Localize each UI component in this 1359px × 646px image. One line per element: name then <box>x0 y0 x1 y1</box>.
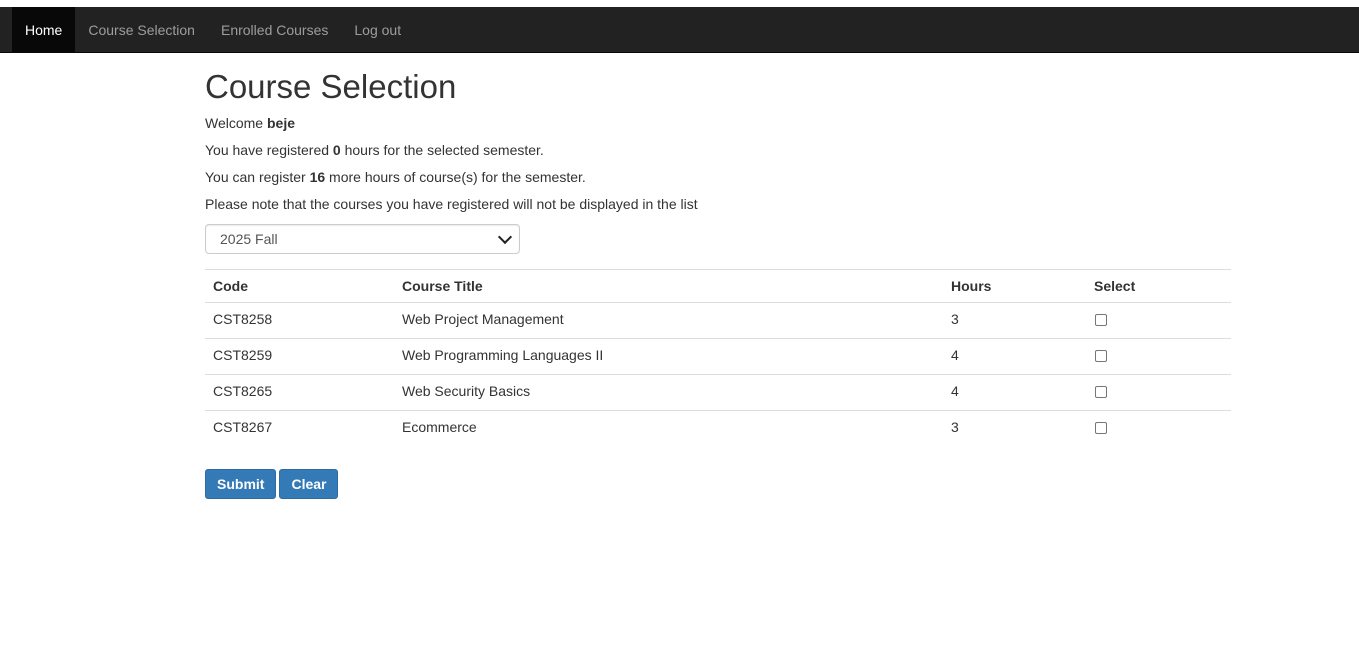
course-title: Ecommerce <box>394 410 943 447</box>
table-row: CST8265 Web Security Basics 4 <box>205 374 1231 411</box>
semester-select[interactable]: 2025 Fall <box>205 224 520 254</box>
header-select: Select <box>1086 269 1231 303</box>
header-hours: Hours <box>943 269 1086 303</box>
remaining-prefix: You can register <box>205 169 310 185</box>
remaining-hours-value: 16 <box>309 169 326 185</box>
select-cell <box>1086 302 1231 339</box>
semester-selected-value: 2025 Fall <box>220 231 278 247</box>
course-hours: 3 <box>943 410 1086 447</box>
course-hours: 3 <box>943 302 1086 339</box>
clear-button[interactable]: Clear <box>279 468 339 499</box>
course-title: Web Security Basics <box>394 374 943 411</box>
page-title: Course Selection <box>205 68 457 105</box>
course-select-checkbox[interactable] <box>1095 386 1107 398</box>
table-header-row: Code Course Title Hours Select <box>205 269 1231 303</box>
chevron-down-icon <box>497 229 513 244</box>
course-code: CST8267 <box>205 410 394 447</box>
nav-item-course-selection[interactable]: Course Selection <box>75 7 208 52</box>
registered-suffix: hours for the selected semester. <box>340 142 544 158</box>
username: beje <box>266 115 295 131</box>
registered-hours-value: 0 <box>332 142 341 158</box>
remaining-hours-text: You can register 16 more hours of course… <box>205 167 1231 187</box>
form-buttons: Submit Clear <box>205 468 1231 499</box>
top-strip <box>0 0 1359 7</box>
course-select-checkbox[interactable] <box>1095 314 1107 326</box>
course-title: Web Programming Languages II <box>394 338 943 375</box>
nav-item-home[interactable]: Home <box>12 7 76 52</box>
remaining-suffix: more hours of course(s) for the semester… <box>325 169 586 185</box>
navbar: Home Course Selection Enrolled Courses L… <box>0 7 1359 53</box>
course-select-checkbox[interactable] <box>1095 422 1107 434</box>
welcome-prefix: Welcome <box>205 115 267 131</box>
course-hours: 4 <box>943 374 1086 411</box>
registered-note: Please note that the courses you have re… <box>205 196 698 212</box>
select-cell <box>1086 374 1231 411</box>
registered-hours-text: You have registered 0 hours for the sele… <box>205 140 1231 160</box>
main-content: Course Selection Welcome beje You have r… <box>205 53 1231 499</box>
course-select-checkbox[interactable] <box>1095 350 1107 362</box>
nav-item-enrolled-courses[interactable]: Enrolled Courses <box>208 7 341 52</box>
select-cell <box>1086 338 1231 375</box>
table-row: CST8259 Web Programming Languages II 4 <box>205 338 1231 375</box>
course-code: CST8265 <box>205 374 394 411</box>
course-table: Code Course Title Hours Select CST8258 W… <box>205 269 1231 447</box>
registered-prefix: You have registered <box>205 142 333 158</box>
header-course-title: Course Title <box>394 269 943 303</box>
table-row: CST8267 Ecommerce 3 <box>205 410 1231 447</box>
course-hours: 4 <box>943 338 1086 375</box>
table-row: CST8258 Web Project Management 3 <box>205 302 1231 339</box>
select-cell <box>1086 410 1231 447</box>
course-code: CST8258 <box>205 302 394 339</box>
welcome-text: Welcome beje <box>205 113 1231 133</box>
course-title: Web Project Management <box>394 302 943 339</box>
submit-button[interactable]: Submit <box>205 468 277 499</box>
header-code: Code <box>205 269 394 303</box>
nav-item-log-out[interactable]: Log out <box>341 7 414 52</box>
course-code: CST8259 <box>205 338 394 375</box>
